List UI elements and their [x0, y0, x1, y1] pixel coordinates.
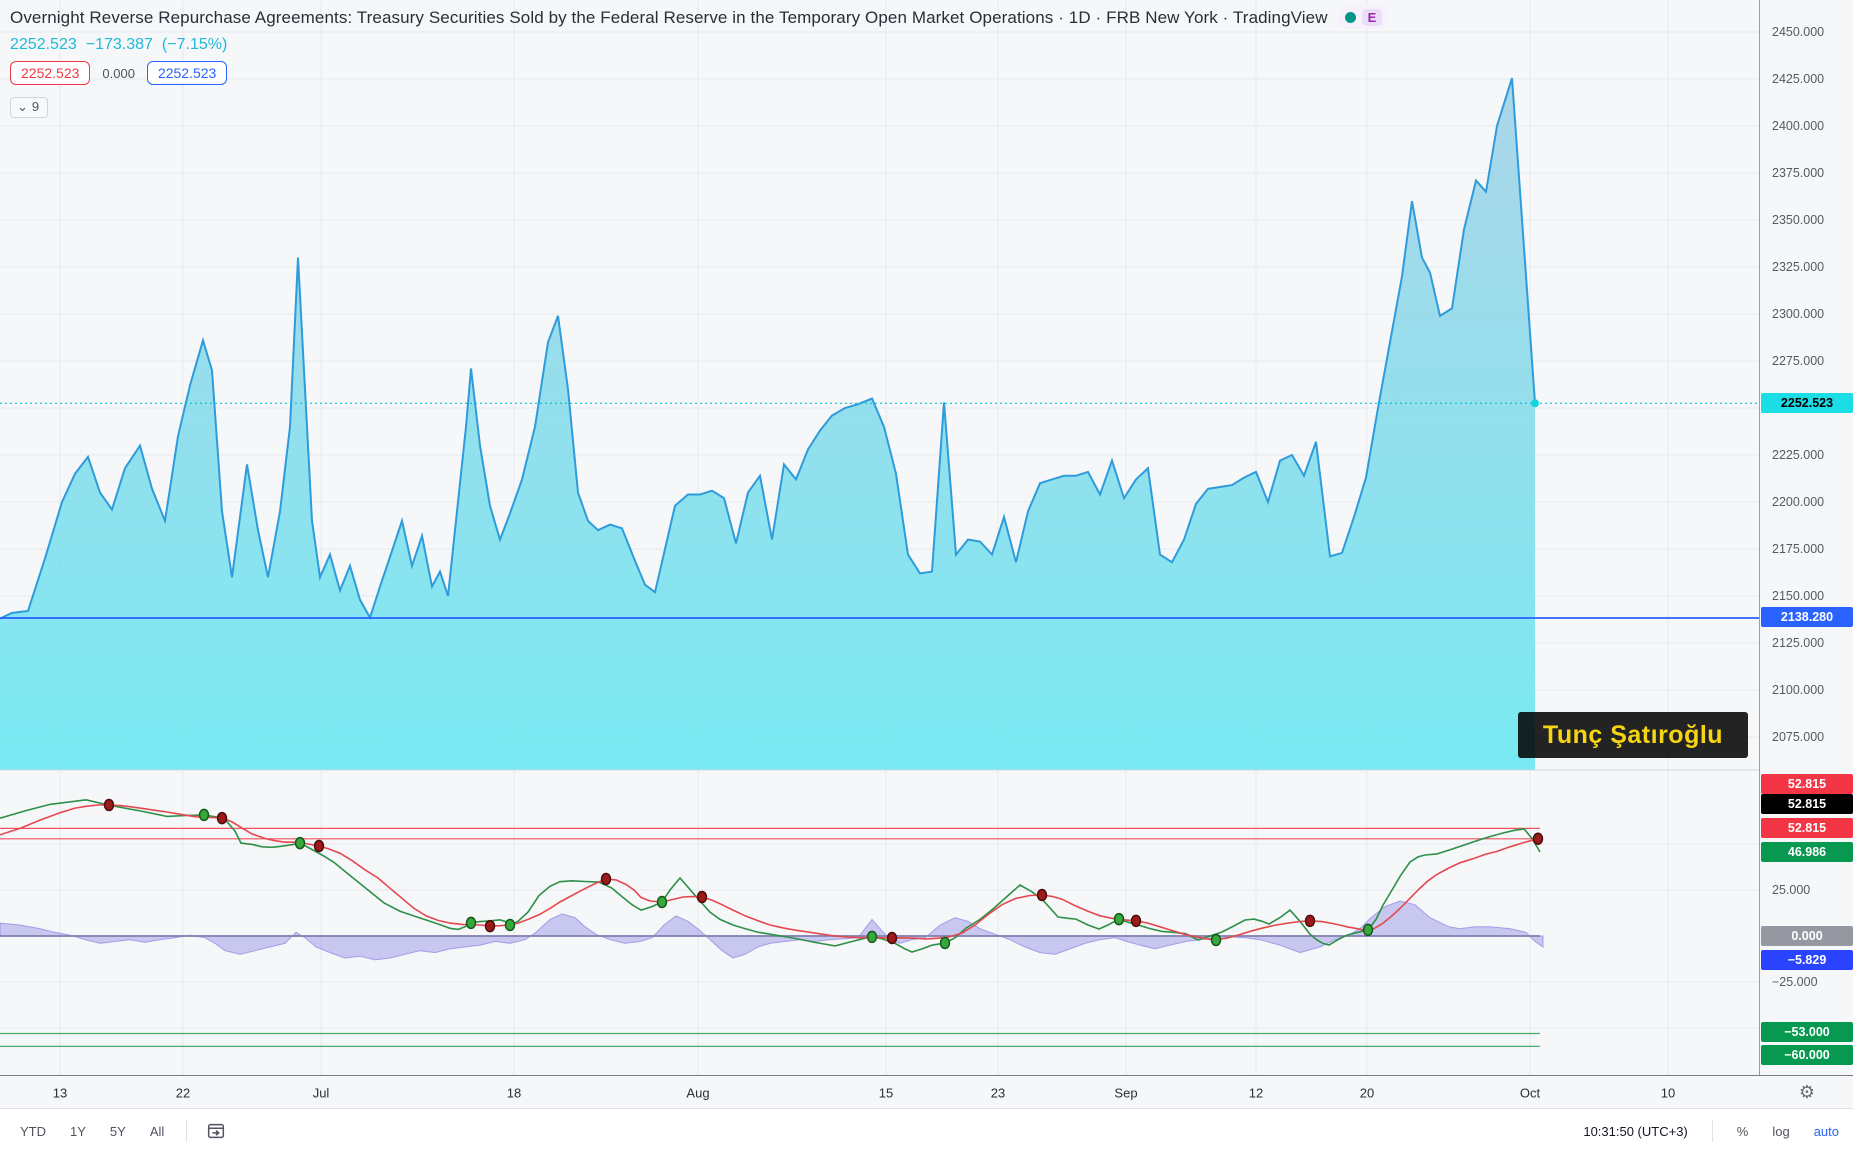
green-cross-marker	[198, 808, 210, 822]
symbol-title[interactable]: Overnight Reverse Repurchase Agreements:…	[10, 8, 1328, 28]
toolbar-divider	[1711, 1120, 1713, 1142]
price-axis-label: 2450.000	[1772, 25, 1825, 39]
price-axis-label: 2150.000	[1772, 589, 1825, 603]
range-button-all[interactable]: All	[150, 1124, 164, 1139]
price-axis-label: 2175.000	[1772, 542, 1825, 556]
red-cross-marker	[1130, 914, 1142, 928]
red-cross-marker	[600, 872, 612, 886]
green-cross-marker	[939, 936, 951, 950]
price-axis-label: 2100.000	[1772, 683, 1825, 697]
price-axis-label: 2375.000	[1772, 166, 1825, 180]
indicator-axis-badge: 0.000	[1761, 926, 1853, 946]
red-cross-marker	[1304, 914, 1316, 928]
price-change-percent: (−7.15%)	[161, 36, 228, 53]
time-axis-label: 23	[990, 1085, 1006, 1100]
quote-row: 2252.523 −173.387 (−7.15%)	[10, 36, 1389, 54]
time-axis-label: 22	[175, 1085, 191, 1100]
indicator-axis-badge: −5.829	[1761, 950, 1853, 970]
green-cross-marker	[294, 836, 306, 850]
main-area-fill	[0, 78, 1535, 771]
indicator-axis-badge: 52.815	[1761, 774, 1853, 794]
auto-scale-button[interactable]: auto	[1814, 1124, 1839, 1139]
chevron-down-icon: ⌄	[17, 98, 28, 114]
red-cross-marker	[886, 931, 898, 945]
time-scale[interactable]: ⚙ 13 22 Jul 18 Aug 15 23 Sep 12 20 Oct 10	[0, 1075, 1853, 1109]
red-cross-marker	[216, 811, 228, 825]
oscillator-green-line	[0, 798, 1541, 953]
red-cross-marker	[696, 890, 708, 904]
indicator-axis-badge: −53.000	[1761, 1022, 1853, 1042]
time-axis-label: Sep	[1114, 1085, 1138, 1100]
bottom-toolbar: YTD 1Y 5Y All 10:31:50 (UTC+3) % log auto	[0, 1108, 1853, 1153]
red-cross-marker	[1036, 888, 1048, 902]
price-axis-label: 2125.000	[1772, 636, 1825, 650]
oscillator-histogram-area	[0, 900, 1544, 961]
green-cross-marker	[465, 916, 477, 930]
data-source-e-badge: E	[1361, 9, 1383, 26]
time-axis-label: Oct	[1519, 1085, 1541, 1100]
goto-date-icon[interactable]	[205, 1120, 227, 1142]
time-axis-label: 13	[52, 1085, 68, 1100]
red-cross-marker	[103, 798, 115, 812]
indicator-axis-label: 25.000	[1772, 883, 1811, 897]
time-axis-label: 12	[1248, 1085, 1264, 1100]
indicators-count: 9	[31, 99, 40, 114]
red-cross-marker	[1532, 832, 1544, 846]
price-axis-label: 2275.000	[1772, 354, 1825, 368]
percent-scale-button[interactable]: %	[1737, 1124, 1749, 1139]
time-axis-label: 10	[1660, 1085, 1676, 1100]
log-scale-button[interactable]: log	[1772, 1124, 1789, 1139]
price-axis-badge: 2138.280	[1761, 607, 1853, 627]
date-range-buttons: YTD 1Y 5Y All	[0, 1124, 164, 1139]
range-button-1y[interactable]: 1Y	[70, 1124, 86, 1139]
range-button-5y[interactable]: 5Y	[110, 1124, 126, 1139]
green-cross-marker	[866, 930, 878, 944]
blue-level-badge[interactable]: 2252.523	[146, 61, 228, 85]
price-axis-label: 2200.000	[1772, 495, 1825, 509]
time-axis-label: Aug	[686, 1085, 710, 1100]
red-level-badge[interactable]: 2252.523	[10, 61, 91, 85]
author-watermark: Tunç Şatıroğlu	[1518, 712, 1748, 758]
time-axis-label: Jul	[312, 1085, 330, 1100]
indicator-axis-badge: 52.815	[1761, 818, 1853, 838]
price-axis-label: 2225.000	[1772, 448, 1825, 462]
chart-header: Overnight Reverse Repurchase Agreements:…	[10, 6, 1390, 118]
red-cross-marker	[313, 839, 325, 853]
time-axis-label: 20	[1359, 1085, 1375, 1100]
indicators-collapse-button[interactable]: ⌄ 9	[10, 97, 49, 118]
indicator-axis-badge: −60.000	[1761, 1045, 1853, 1065]
price-axis-label: 2300.000	[1772, 307, 1825, 321]
mid-level-value: 0.000	[102, 65, 135, 81]
range-button-ytd[interactable]: YTD	[20, 1124, 46, 1139]
level-badges-row: 2252.523 0.000 2252.523	[10, 61, 1389, 85]
green-cross-marker	[1113, 912, 1125, 926]
price-axis-label: 2350.000	[1772, 213, 1825, 227]
indicator-axis-badge: 46.986	[1761, 842, 1853, 862]
toolbar-divider	[186, 1120, 188, 1142]
clock-label[interactable]: 10:31:50 (UTC+3)	[1583, 1124, 1687, 1139]
price-axis-badge: 2252.523	[1761, 393, 1853, 413]
data-source-pill[interactable]: E	[1337, 6, 1390, 29]
green-cross-marker	[1210, 933, 1222, 947]
green-cross-marker	[1362, 923, 1374, 937]
red-cross-marker	[484, 919, 496, 933]
time-axis-label: 18	[506, 1085, 522, 1100]
green-cross-marker	[656, 895, 668, 909]
price-change: −173.387	[85, 36, 153, 53]
indicator-axis-badge: 52.815	[1761, 794, 1853, 814]
green-cross-marker	[504, 918, 516, 932]
tradingview-chart-window: Overnight Reverse Repurchase Agreements:…	[0, 0, 1853, 1153]
last-price: 2252.523	[10, 36, 77, 53]
time-axis-label: 15	[878, 1085, 894, 1100]
price-scale[interactable]: 2450.000 2425.000 2400.000 2375.000 2350.000…	[1759, 0, 1853, 1108]
chart-plot-area[interactable]	[0, 0, 1759, 1075]
price-axis-label: 2075.000	[1772, 730, 1825, 744]
gear-icon[interactable]: ⚙	[1795, 1079, 1819, 1103]
price-axis-label: 2425.000	[1772, 72, 1825, 86]
indicator-axis-label: −25.000	[1772, 975, 1818, 989]
price-axis-label: 2400.000	[1772, 119, 1825, 133]
last-price-dot	[1531, 399, 1539, 408]
market-status-dot-icon	[1344, 12, 1356, 23]
price-axis-label: 2325.000	[1772, 260, 1825, 274]
